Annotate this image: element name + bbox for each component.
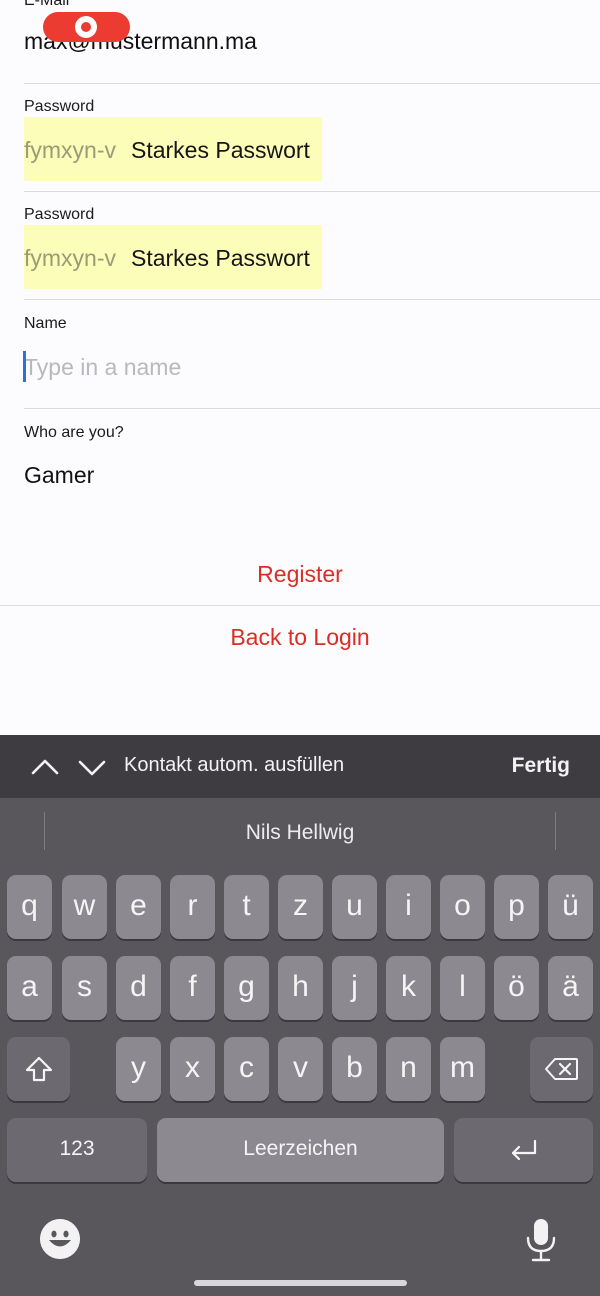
microphone-icon[interactable] xyxy=(524,1218,558,1262)
separator xyxy=(24,299,600,300)
key-u[interactable]: u xyxy=(332,875,377,939)
key-f[interactable]: f xyxy=(170,956,215,1020)
key-a[interactable]: a xyxy=(7,956,52,1020)
back-to-login-button[interactable]: Back to Login xyxy=(0,624,600,651)
chevron-up-icon[interactable] xyxy=(31,753,59,781)
name-input[interactable] xyxy=(24,350,444,384)
key-ae[interactable]: ä xyxy=(548,956,593,1020)
divider xyxy=(555,812,556,850)
key-d[interactable]: d xyxy=(116,956,161,1020)
password-confirm-field[interactable]: fymxyn-v Starkes Passwort xyxy=(24,225,322,289)
key-o[interactable]: o xyxy=(440,875,485,939)
email-label: E-Mail xyxy=(24,0,70,9)
key-p[interactable]: p xyxy=(494,875,539,939)
key-q[interactable]: q xyxy=(7,875,52,939)
keyboard: Nils Hellwig q w e r t z u i o p ü a s d… xyxy=(0,798,600,1296)
key-m[interactable]: m xyxy=(440,1037,485,1101)
space-key[interactable]: Leerzeichen xyxy=(157,1118,444,1182)
suggestion-item[interactable]: Nils Hellwig xyxy=(0,821,600,845)
chevron-down-icon[interactable] xyxy=(78,753,106,781)
key-oe[interactable]: ö xyxy=(494,956,539,1020)
key-n[interactable]: n xyxy=(386,1037,431,1101)
generated-password: fymxyn-v xyxy=(24,137,116,163)
emoji-icon[interactable] xyxy=(40,1219,80,1259)
key-x[interactable]: x xyxy=(170,1037,215,1101)
key-z[interactable]: z xyxy=(278,875,323,939)
delete-icon xyxy=(544,1058,578,1080)
autofill-contact-button[interactable]: Kontakt autom. ausfüllen xyxy=(124,754,344,777)
separator xyxy=(24,83,600,84)
suggestion-bar: Nils Hellwig xyxy=(0,798,600,868)
done-button[interactable]: Fertig xyxy=(512,754,570,778)
shift-key[interactable] xyxy=(7,1037,70,1101)
key-j[interactable]: j xyxy=(332,956,377,1020)
role-label: Who are you? xyxy=(24,424,124,441)
key-h[interactable]: h xyxy=(278,956,323,1020)
key-t[interactable]: t xyxy=(224,875,269,939)
key-v[interactable]: v xyxy=(278,1037,323,1101)
key-e[interactable]: e xyxy=(116,875,161,939)
key-ue[interactable]: ü xyxy=(548,875,593,939)
key-k[interactable]: k xyxy=(386,956,431,1020)
numbers-key[interactable]: 123 xyxy=(7,1118,147,1182)
return-key[interactable] xyxy=(454,1118,593,1182)
key-g[interactable]: g xyxy=(224,956,269,1020)
key-y[interactable]: y xyxy=(116,1037,161,1101)
key-c[interactable]: c xyxy=(224,1037,269,1101)
return-icon xyxy=(511,1139,536,1161)
key-l[interactable]: l xyxy=(440,956,485,1020)
key-s[interactable]: s xyxy=(62,956,107,1020)
keyboard-toolbar: Kontakt autom. ausfüllen Fertig xyxy=(0,735,600,798)
name-label: Name xyxy=(24,315,67,332)
password-label: Password xyxy=(24,98,95,115)
separator xyxy=(24,191,600,192)
separator xyxy=(24,408,600,409)
strong-password-label: Starkes Passwort xyxy=(131,137,310,163)
password-field[interactable]: fymxyn-v Starkes Passwort xyxy=(24,117,322,181)
register-button[interactable]: Register xyxy=(0,561,600,588)
role-value[interactable]: Gamer xyxy=(24,462,94,489)
registration-form: E-Mail max@mustermann.ma Password fymxyn… xyxy=(0,0,600,735)
generated-password: fymxyn-v xyxy=(24,245,116,271)
home-indicator xyxy=(194,1280,407,1286)
key-w[interactable]: w xyxy=(62,875,107,939)
record-icon xyxy=(75,16,97,38)
screen-recording-indicator[interactable] xyxy=(43,12,130,42)
shift-icon xyxy=(25,1056,52,1082)
key-r[interactable]: r xyxy=(170,875,215,939)
key-b[interactable]: b xyxy=(332,1037,377,1101)
separator xyxy=(0,605,600,606)
text-cursor xyxy=(23,351,26,382)
password-confirm-label: Password xyxy=(24,206,95,223)
key-i[interactable]: i xyxy=(386,875,431,939)
strong-password-label: Starkes Passwort xyxy=(131,245,310,271)
delete-key[interactable] xyxy=(530,1037,593,1101)
